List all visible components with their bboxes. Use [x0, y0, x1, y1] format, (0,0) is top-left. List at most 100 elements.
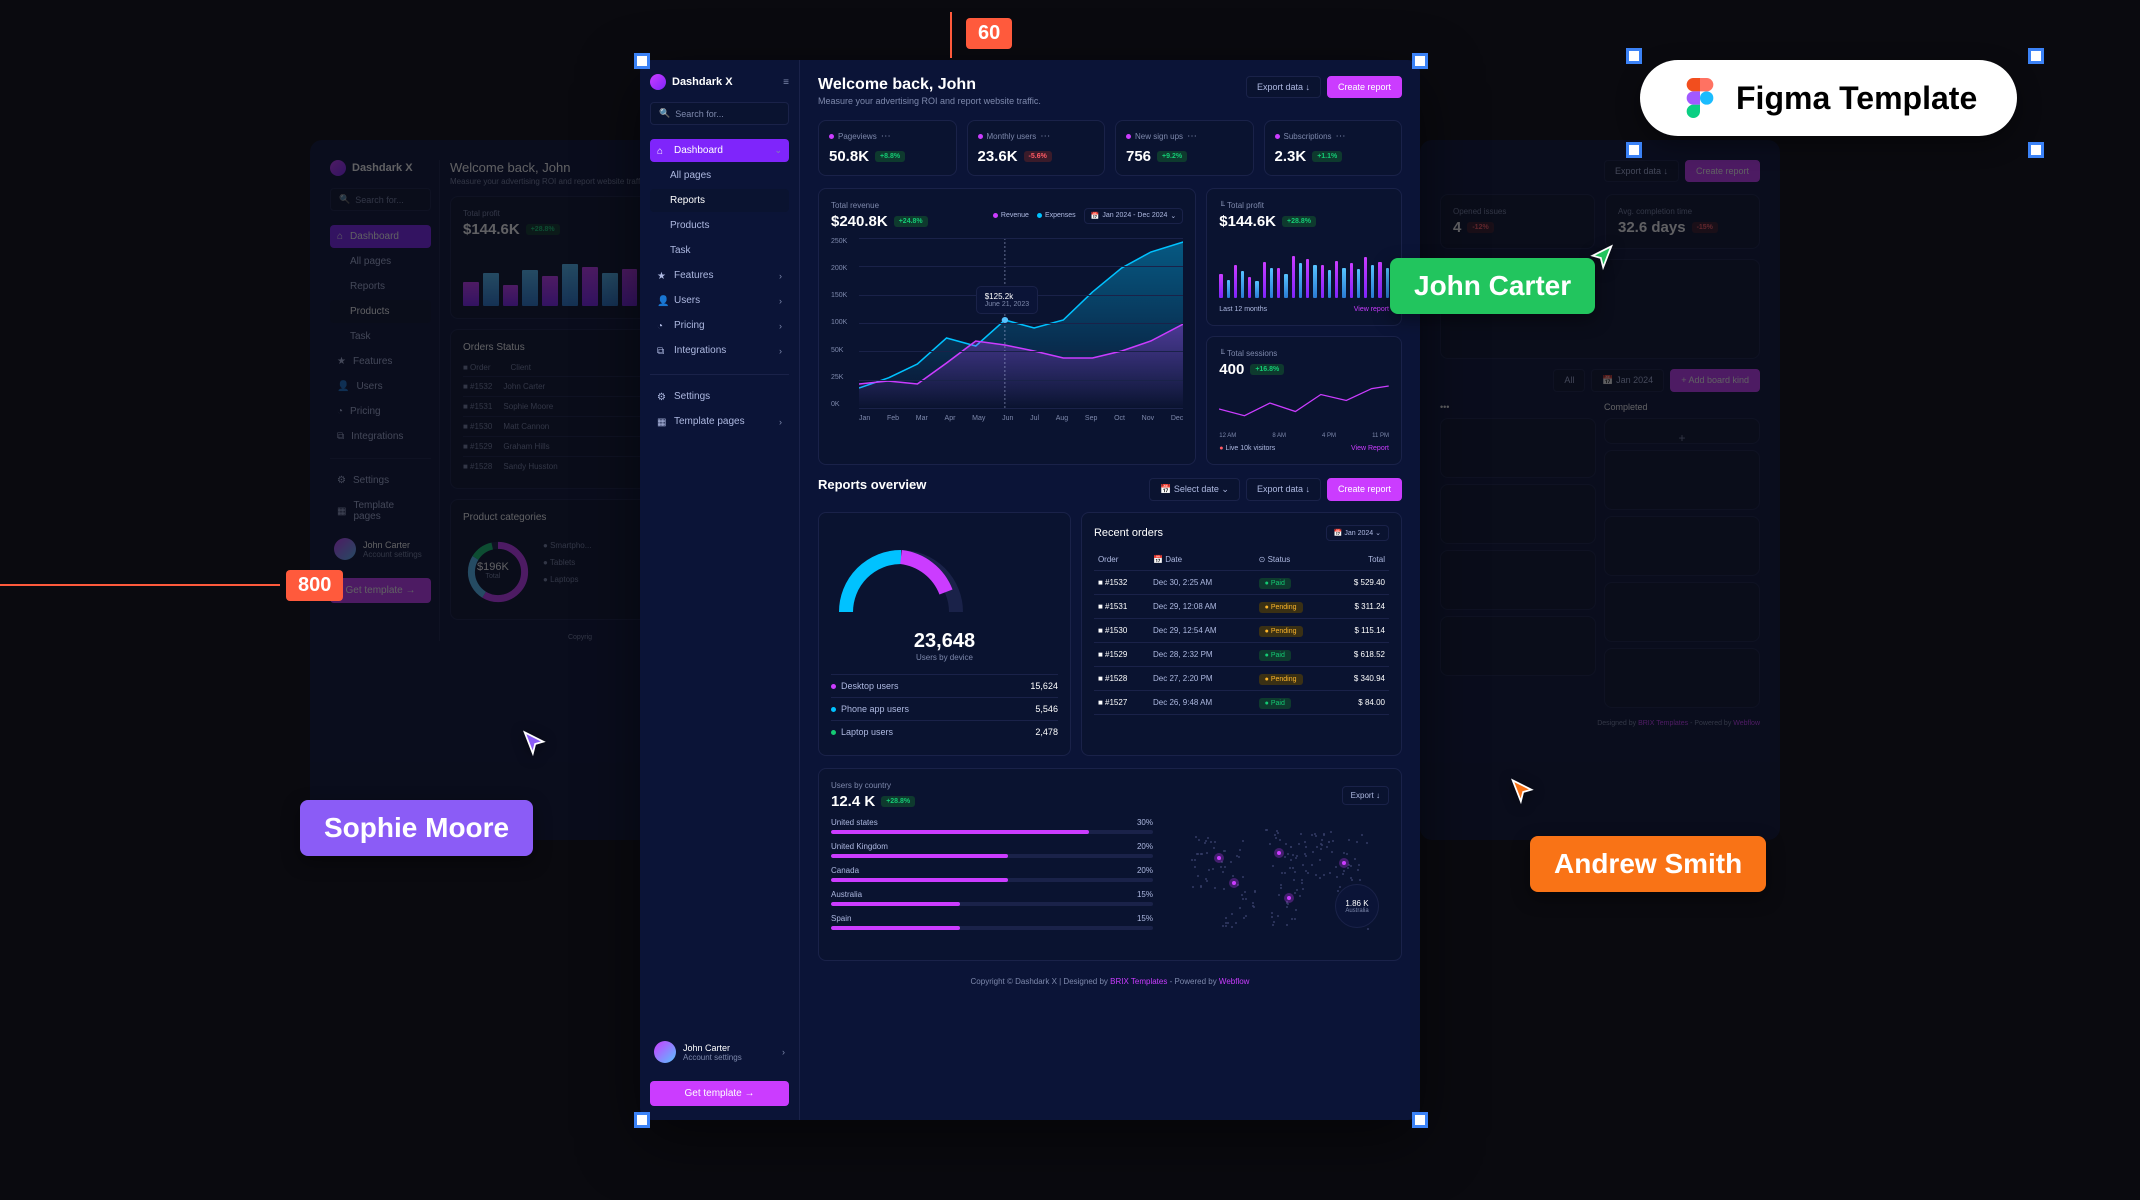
create-report-button[interactable]: Create report — [1327, 76, 1402, 98]
gear-icon: ⚙ — [657, 392, 667, 402]
figma-icon — [1680, 78, 1720, 118]
logo-icon — [650, 74, 666, 90]
chevron-down-icon: ⌄ — [774, 145, 782, 156]
country-row: Australia15% — [831, 890, 1153, 906]
export-countries-button[interactable]: Export ↓ — [1342, 786, 1389, 805]
cursor-tag-sophie: Sophie Moore — [300, 800, 533, 856]
pill-handle-bl[interactable] — [1626, 142, 1642, 158]
nav-reports[interactable]: Reports — [650, 189, 789, 212]
nav-integrations[interactable]: ⧉Integrations› — [650, 339, 789, 362]
user-icon: 👤 — [657, 296, 667, 306]
nav-products[interactable]: Products — [650, 214, 789, 237]
device-row: Desktop users15,624 — [831, 674, 1058, 697]
selection-handle-br[interactable] — [1412, 1112, 1428, 1128]
chart-tooltip: $125.2kJune 21, 2023 — [976, 286, 1038, 314]
gauge-chart — [831, 537, 971, 617]
selection-handle-tl[interactable] — [634, 53, 650, 69]
export-button[interactable]: Export data ↓ — [1246, 76, 1321, 98]
date-range-select[interactable]: 📅 Jan 2024 - Dec 2024 ⌄ — [1084, 208, 1184, 224]
search-placeholder: Search for... — [675, 109, 724, 119]
orders-date-select[interactable]: 📅 Jan 2024 ⌄ — [1326, 525, 1389, 541]
sidebar: Dashdark X ≡ 🔍 Search for... ⌂Dashboard⌄… — [640, 60, 800, 1120]
table-row[interactable]: ■ #1532Dec 30, 2:25 AM● Paid$ 529.40 — [1094, 571, 1389, 595]
country-row: Spain15% — [831, 914, 1153, 930]
user-block[interactable]: John CarterAccount settings › — [650, 1033, 789, 1071]
avatar — [654, 1041, 676, 1063]
table-row[interactable]: ■ #1527Dec 26, 9:48 AM● Paid$ 84.00 — [1094, 691, 1389, 715]
menu-icon[interactable]: ≡ — [783, 77, 789, 88]
chevron-right-icon: › — [782, 1047, 785, 1057]
revenue-chart: 250K200K150K100K50K25K0K — [831, 238, 1183, 408]
measurement-badge-left: 800 — [286, 570, 343, 601]
nav-users[interactable]: 👤Users› — [650, 289, 789, 312]
stat-subscriptions[interactable]: Subscriptions⋯2.3K+1.1% — [1264, 120, 1403, 176]
nav-template-pages[interactable]: ▦Template pages› — [650, 410, 789, 433]
home-icon: ⌂ — [657, 146, 667, 156]
measurement-line-left — [0, 584, 280, 586]
nav-dashboard-bg: ⌂Dashboard — [330, 225, 431, 248]
search-icon: 🔍 — [659, 108, 670, 119]
pill-handle-tr[interactable] — [2028, 48, 2044, 64]
stat-monthly-users[interactable]: Monthly users⋯23.6K-5.6% — [967, 120, 1106, 176]
nav-dashboard[interactable]: ⌂Dashboard⌄ — [650, 139, 789, 162]
pie-icon: ◔ — [657, 321, 667, 331]
page-subtitle: Measure your advertising ROI and report … — [818, 96, 1041, 106]
world-map: 1.86 KAustralia — [1169, 818, 1389, 948]
stat-signups[interactable]: New sign ups⋯756+9.2% — [1115, 120, 1254, 176]
gauge-value: 23,648 — [831, 630, 1058, 653]
nav-pricing[interactable]: ◔Pricing› — [650, 314, 789, 337]
nav-all-pages[interactable]: All pages — [650, 164, 789, 187]
users-by-device-card: 23,648 Users by device Desktop users15,6… — [818, 512, 1071, 756]
table-row[interactable]: ■ #1528Dec 27, 2:20 PM● Pending$ 340.94 — [1094, 667, 1389, 691]
users-by-country-card: Users by country12.4 K+28.8% Export ↓ Un… — [818, 768, 1402, 961]
revenue-chart-card: Total revenue$240.8K+24.8% Revenue Expen… — [818, 188, 1196, 465]
footer-link-webflow[interactable]: Webflow — [1219, 977, 1250, 986]
figma-template-pill[interactable]: Figma Template — [1640, 60, 2017, 136]
main-content: Welcome back, John Measure your advertis… — [800, 60, 1420, 1120]
cursor-sophie — [520, 730, 548, 758]
get-template-button[interactable]: Get template → — [650, 1081, 789, 1106]
footer-link-brix[interactable]: BRIX Templates — [1110, 977, 1167, 986]
main-frame: Dashdark X ≡ 🔍 Search for... ⌂Dashboard⌄… — [640, 60, 1420, 1120]
selection-handle-bl[interactable] — [634, 1112, 650, 1128]
select-date-button[interactable]: 📅 Select date ⌄ — [1149, 478, 1240, 501]
logo[interactable]: Dashdark X ≡ — [650, 74, 789, 90]
nav-features[interactable]: ★Features› — [650, 264, 789, 287]
country-row: United Kingdom20% — [831, 842, 1153, 858]
gauge-label: Users by device — [831, 653, 1058, 662]
pill-label: Figma Template — [1736, 80, 1977, 117]
stat-pageviews[interactable]: Pageviews⋯50.8K+8.8% — [818, 120, 957, 176]
create-report-button-2[interactable]: Create report — [1327, 478, 1402, 501]
country-row: Canada20% — [831, 866, 1153, 882]
search-input-bg: 🔍 Search for... — [330, 188, 431, 211]
plug-icon: ⧉ — [657, 346, 667, 356]
logo-text: Dashdark X — [352, 162, 413, 174]
pill-handle-tl[interactable] — [1626, 48, 1642, 64]
profit-bar-chart — [1219, 238, 1389, 298]
nav-settings[interactable]: ⚙Settings — [650, 385, 789, 408]
profit-card: ╙ Total profit $144.6K+28.8% — [1206, 188, 1402, 326]
template-icon: ▦ — [657, 417, 667, 427]
more-icon[interactable]: ⋯ — [881, 131, 891, 142]
search-input[interactable]: 🔍 Search for... — [650, 102, 789, 125]
country-row: United states30% — [831, 818, 1153, 834]
table-row[interactable]: ■ #1529Dec 28, 2:32 PM● Paid$ 618.52 — [1094, 643, 1389, 667]
cursor-tag-john: John Carter — [1390, 258, 1595, 314]
device-row: Phone app users5,546 — [831, 697, 1058, 720]
nav-task[interactable]: Task — [650, 239, 789, 262]
pill-handle-br[interactable] — [2028, 142, 2044, 158]
orders-table: Order📅 Date⊙ StatusTotal ■ #1532Dec 30, … — [1094, 549, 1389, 715]
logo-text: Dashdark X — [672, 76, 733, 88]
view-report-link-2[interactable]: View Report — [1351, 445, 1389, 452]
sessions-card: ╙ Total sessions 400+16.8% 12 AM8 AM4 PM… — [1206, 336, 1402, 465]
recent-orders-card: Recent orders📅 Jan 2024 ⌄ Order📅 Date⊙ S… — [1081, 512, 1402, 756]
table-row[interactable]: ■ #1531Dec 29, 12:08 AM● Pending$ 311.24 — [1094, 595, 1389, 619]
measurement-line-top — [950, 12, 952, 58]
page-title: Welcome back, John — [818, 76, 1041, 94]
star-icon: ★ — [657, 271, 667, 281]
selection-handle-tr[interactable] — [1412, 53, 1428, 69]
table-row[interactable]: ■ #1530Dec 29, 12:54 AM● Pending$ 115.14 — [1094, 619, 1389, 643]
device-row: Laptop users2,478 — [831, 720, 1058, 743]
view-report-link[interactable]: View report — [1354, 306, 1389, 313]
export-data-button-2[interactable]: Export data ↓ — [1246, 478, 1321, 501]
